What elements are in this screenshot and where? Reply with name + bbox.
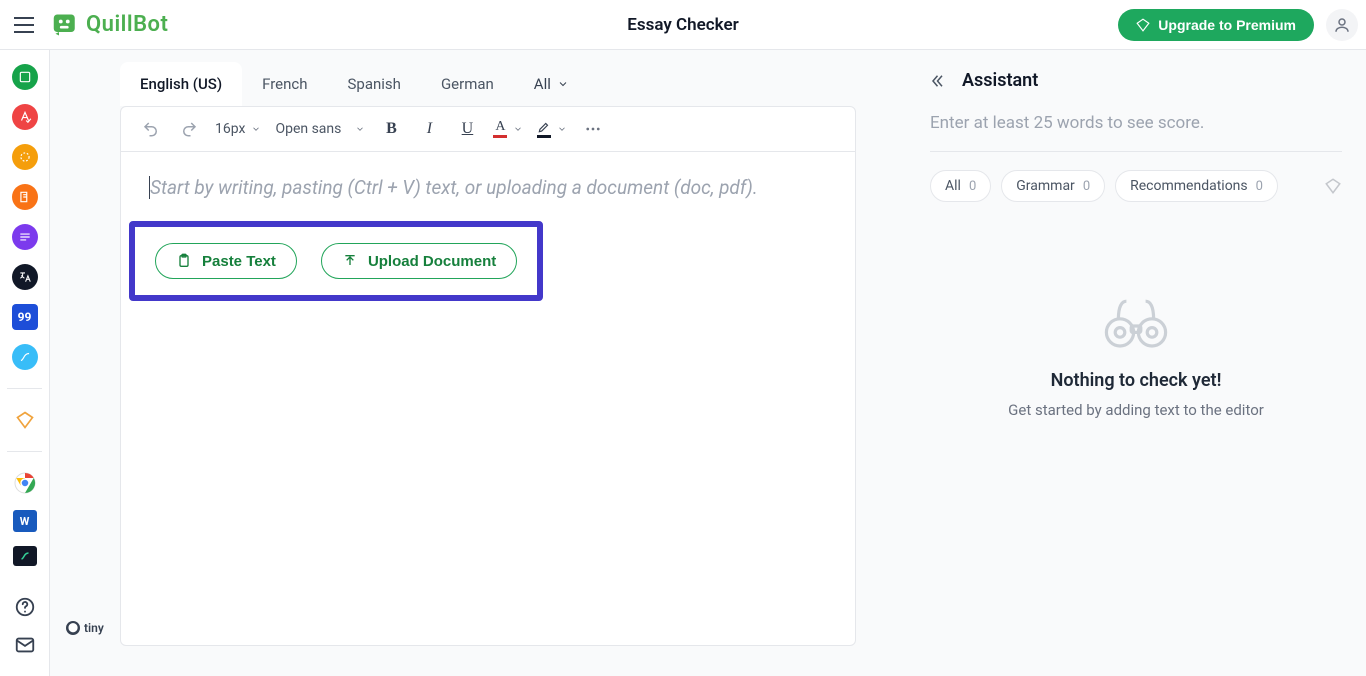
italic-button[interactable]: I <box>417 117 441 141</box>
language-tabs: English (US) French Spanish German All <box>120 62 856 106</box>
underline-button[interactable]: U <box>455 117 479 141</box>
plagiarism-icon[interactable] <box>12 144 38 170</box>
filter-dropdown[interactable]: All <box>534 75 569 93</box>
chevron-down-icon <box>251 124 261 134</box>
pill-count: 0 <box>1256 179 1263 194</box>
pill-count: 0 <box>1083 179 1090 194</box>
paraphraser-icon[interactable] <box>12 64 38 90</box>
flow-icon[interactable] <box>12 344 38 370</box>
pill-count: 0 <box>969 179 976 194</box>
chevron-down-icon <box>557 124 567 134</box>
pill-all[interactable]: All 0 <box>930 170 991 202</box>
input-actions-highlight: Paste Text Upload Document <box>129 221 543 301</box>
text-color-select[interactable]: A <box>493 120 523 138</box>
account-avatar[interactable] <box>1326 9 1358 41</box>
assistant-title: Assistant <box>962 70 1038 91</box>
diamond-icon <box>1136 18 1150 32</box>
pill-label: Grammar <box>1016 178 1075 194</box>
tiny-label: tiny <box>84 621 104 635</box>
tab-spanish[interactable]: Spanish <box>328 62 421 106</box>
premium-filter-icon[interactable] <box>1324 177 1342 195</box>
more-button[interactable] <box>581 117 605 141</box>
chevron-down-icon <box>513 124 523 134</box>
collapse-assistant-button[interactable] <box>930 72 948 90</box>
empty-title: Nothing to check yet! <box>930 370 1342 391</box>
citation-icon[interactable]: 99 <box>12 304 38 330</box>
undo-button[interactable] <box>139 117 163 141</box>
font-family-select[interactable]: Open sans <box>275 121 365 137</box>
font-size-value: 16px <box>215 121 245 137</box>
tab-english[interactable]: English (US) <box>120 62 242 106</box>
tiny-badge: ⬤tiny <box>66 621 104 635</box>
upload-label: Upload Document <box>368 253 496 270</box>
cowriter-icon[interactable] <box>12 184 38 210</box>
upload-icon <box>342 252 358 270</box>
hamburger-icon <box>14 17 34 33</box>
sidebar-divider <box>7 388 41 389</box>
upload-document-button[interactable]: Upload Document <box>321 243 517 279</box>
sidebar-divider <box>7 451 41 452</box>
premium-icon[interactable] <box>12 407 38 433</box>
paste-label: Paste Text <box>202 253 276 270</box>
assistant-hint: Enter at least 25 words to see score. <box>930 113 1342 133</box>
chevron-down-icon <box>355 124 365 134</box>
translator-icon[interactable] <box>12 264 38 290</box>
pill-label: Recommendations <box>1130 178 1248 194</box>
summarizer-icon[interactable] <box>12 224 38 250</box>
empty-subtitle: Get started by adding text to the editor <box>930 401 1342 419</box>
editor-toolbar: 16px Open sans B I U A <box>121 107 855 152</box>
editor-card: 16px Open sans B I U A <box>120 106 856 646</box>
chrome-icon[interactable] <box>12 470 38 496</box>
binoculars-icon <box>930 292 1342 352</box>
paste-text-button[interactable]: Paste Text <box>155 243 297 279</box>
pill-grammar[interactable]: Grammar 0 <box>1001 170 1105 202</box>
chevron-down-icon <box>557 78 569 90</box>
divider <box>930 151 1342 152</box>
person-icon <box>1333 16 1351 34</box>
bold-button[interactable]: B <box>379 117 403 141</box>
clipboard-icon <box>176 252 192 270</box>
pill-recommendations[interactable]: Recommendations 0 <box>1115 170 1278 202</box>
page-title: Essay Checker <box>627 15 738 35</box>
tool-sidebar: 99 W <box>0 50 50 676</box>
mail-icon[interactable] <box>14 634 36 656</box>
desktop-app-icon[interactable] <box>13 546 37 566</box>
brand-name: QuillBot <box>86 12 168 37</box>
highlight-select[interactable] <box>537 120 567 138</box>
editor-placeholder[interactable]: Start by writing, pasting (Ctrl + V) tex… <box>149 176 827 199</box>
upgrade-button[interactable]: Upgrade to Premium <box>1118 9 1314 41</box>
font-size-select[interactable]: 16px <box>215 121 261 137</box>
pill-label: All <box>945 178 961 194</box>
font-family-value: Open sans <box>275 121 341 137</box>
help-icon[interactable] <box>14 596 36 618</box>
grammar-icon[interactable] <box>12 104 38 130</box>
word-icon[interactable]: W <box>13 510 37 532</box>
assistant-panel: Assistant Enter at least 25 words to see… <box>896 50 1366 676</box>
menu-toggle[interactable] <box>8 9 40 41</box>
redo-button[interactable] <box>177 117 201 141</box>
tab-german[interactable]: German <box>421 62 514 106</box>
quillbot-icon <box>52 11 80 39</box>
upgrade-label: Upgrade to Premium <box>1158 17 1296 33</box>
brand-logo[interactable]: QuillBot <box>52 11 168 39</box>
filter-label: All <box>534 75 551 93</box>
tab-french[interactable]: French <box>242 62 327 106</box>
